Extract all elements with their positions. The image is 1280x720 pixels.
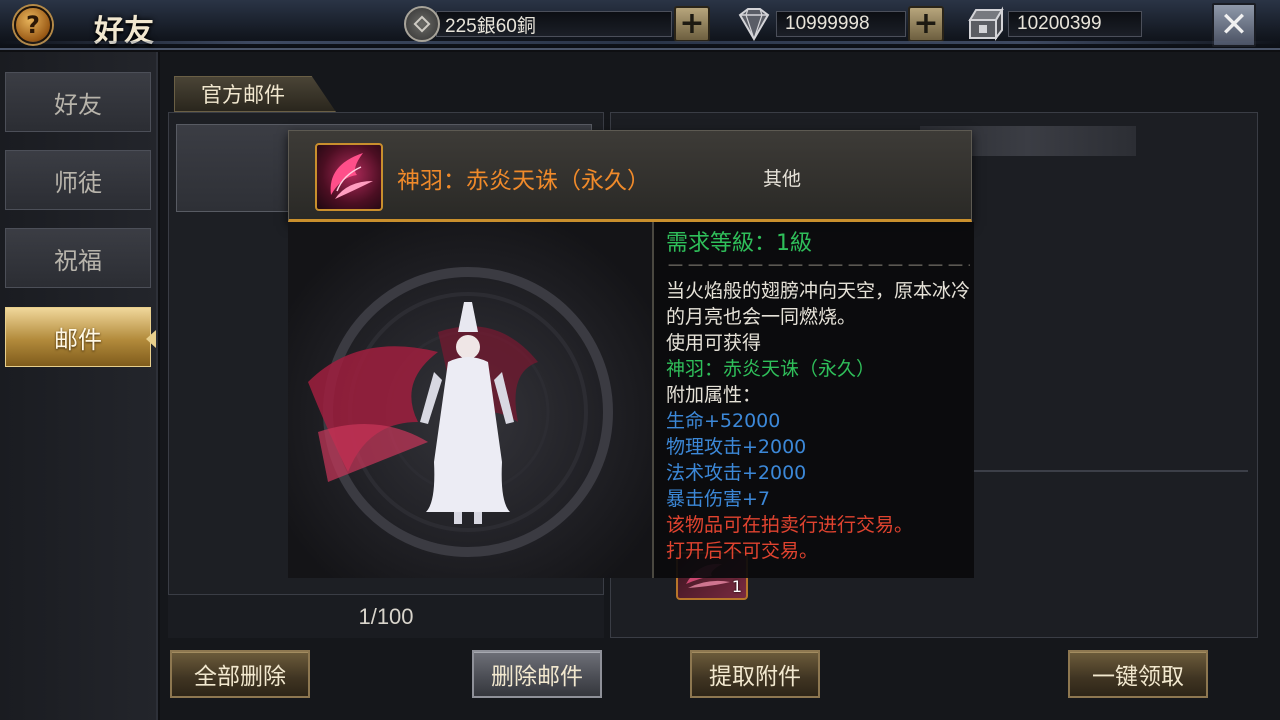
silver-currency: 225銀60銅 + [404, 6, 710, 42]
silver-amount: 225銀60銅 [436, 11, 672, 37]
divider [972, 470, 1248, 472]
item-description: 需求等級：1級 －－－－－－－－－－－－－－－－－－－－－ 当火焰般的翅膀冲向天… [666, 228, 970, 564]
active-indicator-icon [146, 330, 156, 348]
delete-all-button[interactable]: 全部删除 [170, 650, 310, 698]
token-currency: 10200399 [966, 6, 1142, 41]
use-effect: 使用可获得神羽：赤炎天诛（永久） [666, 330, 970, 382]
stat-line: 物理攻击+2000 [666, 436, 807, 458]
item-type: 其他 [763, 168, 802, 190]
gem-amount: 10999998 [776, 11, 906, 37]
stat-line: 暴击伤害+7 [666, 488, 771, 510]
take-attachment-button[interactable]: 提取附件 [690, 650, 820, 698]
add-gems-button[interactable]: + [908, 6, 944, 42]
bonus-title: 附加属性： [666, 384, 762, 406]
item-flavor-text: 当火焰般的翅膀冲向天空，原本冰冷的月亮也会一同燃烧。 [666, 280, 971, 328]
diamond-icon [738, 8, 770, 41]
stat-line: 法术攻击+2000 [666, 462, 807, 484]
stat-line: 生命+52000 [666, 410, 781, 432]
chest-icon [968, 6, 1004, 41]
sidebar-item-friends[interactable]: 好友 [5, 72, 151, 132]
add-silver-button[interactable]: + [674, 6, 710, 42]
separator: －－－－－－－－－－－－－－－－－－－－－ [666, 260, 970, 277]
coin-icon [404, 6, 440, 42]
claim-all-button[interactable]: 一键领取 [1068, 650, 1208, 698]
plus-icon: + [913, 6, 939, 41]
wing-icon [330, 153, 373, 199]
close-button[interactable]: ✕ [1212, 3, 1256, 47]
question-icon: ? [26, 11, 40, 39]
trade-note: 该物品可在拍卖行进行交易。 [666, 514, 914, 536]
sidebar-item-mail[interactable]: 邮件 [5, 307, 151, 367]
item-tooltip-header: 神羽：赤炎天诛（永久） 其他 [288, 130, 972, 222]
gem-currency: 10999998 + [734, 6, 944, 42]
page-title: 好友 [94, 14, 154, 49]
use-prefix: 使用可获得 [666, 332, 762, 354]
token-amount: 10200399 [1008, 11, 1142, 37]
sidebar-item-blessing[interactable]: 祝福 [5, 228, 151, 288]
use-item-name: 神羽：赤炎天诛（永久） [666, 358, 876, 380]
item-name: 神羽：赤炎天诛（永久） [397, 168, 650, 194]
item-icon [315, 143, 383, 211]
help-button[interactable]: ? [14, 6, 52, 44]
top-bar: ? 好友 225銀60銅 + 10999998 + 10200399 ✕ [0, 0, 1280, 50]
tab-official-mail[interactable]: 官方邮件 [174, 76, 336, 112]
divider [652, 222, 654, 578]
character-preview-image [308, 267, 613, 557]
close-icon: ✕ [1219, 5, 1249, 45]
delete-mail-button[interactable]: 删除邮件 [472, 650, 602, 698]
item-preview [288, 222, 652, 578]
attachment-count: 1 [731, 577, 742, 596]
sidebar-item-mentor[interactable]: 师徒 [5, 150, 151, 210]
trade-note: 打开后不可交易。 [666, 540, 819, 562]
plus-icon: + [679, 6, 705, 41]
required-level: 需求等級：1級 [666, 231, 812, 256]
mail-counter: 1/100 [168, 594, 604, 638]
